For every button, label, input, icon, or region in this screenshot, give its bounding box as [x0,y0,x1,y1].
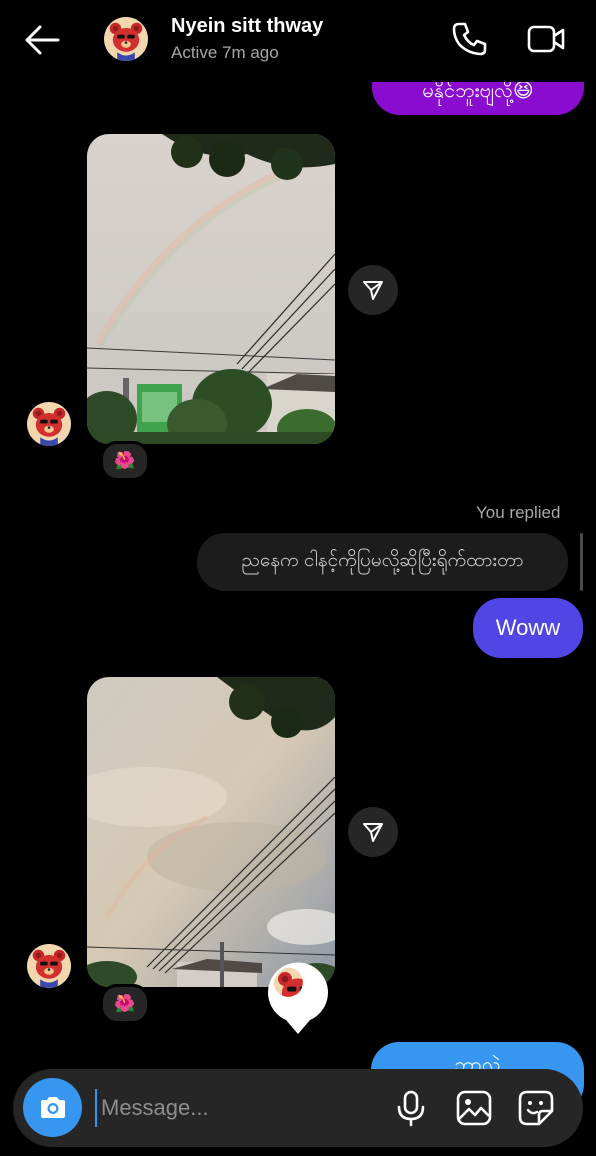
video-call-button[interactable] [526,19,566,59]
share-photo-button[interactable] [348,807,398,857]
quoted-message[interactable]: ညနေက ငါနင့်ကိုပြမလို့ဆိုပြီးရိုက်ထားတာ [197,533,568,591]
camera-icon [40,1096,65,1118]
message-input[interactable] [95,1089,391,1127]
quoted-message-text: ညနေက ငါနင့်ကိုပြမလို့ဆိုပြီးရိုက်ထားတာ [241,550,524,571]
send-icon [363,823,383,842]
photo-reaction[interactable]: 🌺 [100,441,150,481]
video-camera-icon [527,25,565,53]
shared-photo-2[interactable] [87,677,335,987]
chat-header: Nyein sitt thway Active 7m ago [0,0,596,82]
seen-avatar-pin [268,962,328,1034]
gallery-icon [456,1090,492,1126]
back-arrow-icon [25,25,60,55]
sticker-icon [518,1090,554,1126]
rainbow-photo [87,134,335,444]
seen-indicator [266,960,330,1036]
back-button[interactable] [22,22,62,58]
voice-message-button[interactable] [393,1089,429,1127]
cloudy-sky-photo [87,677,335,987]
reply-indicator-bar [580,533,583,591]
shared-photo-1[interactable] [87,134,335,444]
microphone-icon [397,1090,425,1127]
share-photo-button[interactable] [348,265,398,315]
sent-message[interactable]: Woww [473,598,583,658]
phone-icon [452,22,487,56]
sent-message-text: Woww [495,615,561,640]
contact-avatar[interactable] [104,17,148,61]
replied-label: You replied [476,503,561,522]
message-composer [13,1069,583,1147]
voice-call-button[interactable] [449,19,489,59]
contact-name[interactable]: Nyein sitt thway [171,15,323,38]
sender-avatar[interactable] [27,402,71,446]
sticker-button[interactable] [517,1089,555,1127]
reaction-emoji: 🌺 [114,451,136,470]
photo-reaction[interactable]: 🌺 [100,984,150,1024]
sender-avatar[interactable] [27,944,71,988]
reaction-emoji: 🌺 [114,994,136,1013]
gallery-button[interactable] [455,1089,493,1127]
camera-button[interactable] [23,1078,82,1137]
active-status: Active 7m ago [171,43,279,62]
send-icon [363,281,383,300]
